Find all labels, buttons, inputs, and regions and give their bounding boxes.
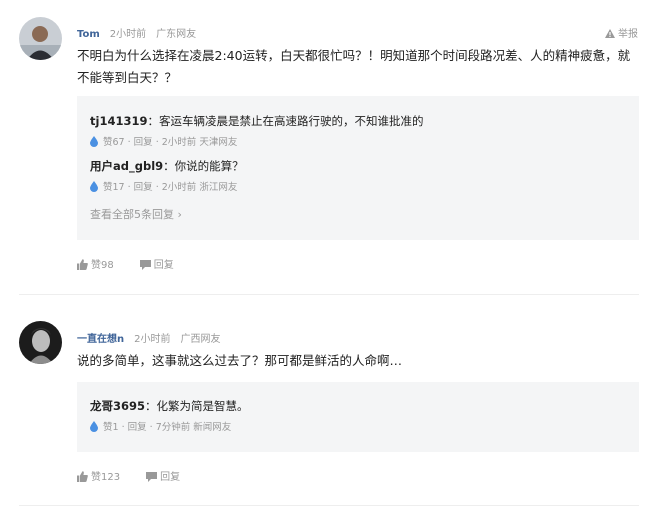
reply-button[interactable]: 回复 [146, 468, 180, 483]
like-button[interactable]: 赞123 [77, 468, 120, 483]
comment-text: 不明白为什么选择在凌晨2:40运转，白天都很忙吗？！明知道那个时间段路况差、人的… [77, 48, 631, 85]
reply-box: tj141319：客运车辆凌晨是禁止在高速路行驶的，不知谁批准的 赞67 · 回… [77, 96, 639, 240]
reply-box: 龙哥3695：化繁为简是智慧。 赞1 · 回复 · 7分钟前 新闻网友 [77, 382, 639, 452]
water-drop-icon[interactable] [90, 181, 98, 197]
divider [19, 505, 639, 506]
username[interactable]: 一直在想n [77, 334, 124, 345]
reply-button[interactable]: 回复 [134, 182, 153, 193]
like-count: 赞98 [91, 260, 114, 271]
reply-separator: ： [145, 399, 157, 413]
reply-meta: 赞1 · 回复 · 7分钟前 新闻网友 [90, 421, 630, 435]
comment-actions: 赞98 回复 [77, 256, 200, 271]
water-drop-icon[interactable] [90, 421, 98, 437]
warning-icon [605, 29, 615, 38]
reply-text: 化繁为简是智慧。 [156, 399, 249, 413]
reply-label: 回复 [153, 260, 174, 271]
reply-meta: 赞17 · 回复 · 2小时前 浙江网友 [90, 181, 630, 195]
reply-username[interactable]: 龙哥3695 [90, 399, 145, 413]
avatar-photo [19, 321, 62, 364]
reply-likes[interactable]: 赞17 [103, 182, 125, 193]
avatar-photo [19, 17, 62, 60]
reply-label: 回复 [160, 472, 181, 483]
report-button[interactable]: 举报 [605, 25, 638, 40]
avatar[interactable] [19, 321, 62, 364]
comment-meta: Tom 2小时前 广东网友 [77, 25, 196, 40]
like-count: 赞123 [91, 472, 121, 483]
comment-location: 广西网友 [180, 334, 221, 345]
comment-bubble-icon [146, 472, 158, 482]
reply-separator: ： [163, 159, 175, 173]
reply-time: 7分钟前 [155, 422, 191, 433]
reply-meta: 赞67 · 回复 · 2小时前 天津网友 [90, 136, 630, 150]
reply-username[interactable]: tj141319 [90, 114, 147, 128]
water-drop-icon[interactable] [90, 136, 98, 152]
comment-location: 广东网友 [156, 29, 197, 40]
comment-text: 说的多简单，这事就这么过去了？那可都是鲜活的人命啊… [77, 353, 403, 368]
reply-username[interactable]: 用户ad_gbl9 [90, 159, 163, 173]
view-all-replies-link[interactable]: 查看全部5条回复 › [90, 206, 182, 222]
reply-button[interactable]: 回复 [134, 137, 153, 148]
reply-button[interactable]: 回复 [139, 256, 174, 271]
reply-location: 天津网友 [199, 137, 238, 148]
reply-separator: ： [147, 114, 159, 128]
comment-bubble-icon [139, 260, 151, 270]
reply-item: 龙哥3695：化繁为简是智慧。 赞1 · 回复 · 7分钟前 新闻网友 [90, 398, 630, 435]
reply-button[interactable]: 回复 [128, 422, 147, 433]
reply-item: tj141319：客运车辆凌晨是禁止在高速路行驶的，不知谁批准的 赞67 · 回… [90, 113, 630, 150]
comment-time: 2小时前 [109, 29, 147, 40]
reply-text: 客运车辆凌晨是禁止在高速路行驶的，不知谁批准的 [158, 114, 424, 128]
thumbs-up-icon [77, 259, 88, 270]
reply-time: 2小时前 [161, 137, 197, 148]
reply-time: 2小时前 [161, 182, 197, 193]
reply-item: 用户ad_gbl9：你说的能算？ 赞17 · 回复 · 2小时前 浙江网友 [90, 158, 630, 195]
reply-likes[interactable]: 赞1 [103, 422, 119, 433]
comment-meta: 一直在想n 2小时前 广西网友 [77, 330, 221, 345]
comment-actions: 赞123 回复 [77, 468, 206, 483]
username[interactable]: Tom [77, 29, 100, 40]
report-label: 举报 [618, 29, 638, 40]
thumbs-up-icon [77, 471, 88, 482]
divider [19, 294, 639, 295]
comment-time: 2小时前 [134, 334, 171, 345]
reply-text: 你说的能算？ [174, 159, 244, 173]
reply-likes[interactable]: 赞67 [103, 137, 125, 148]
like-button[interactable]: 赞98 [77, 256, 114, 271]
reply-location: 浙江网友 [199, 182, 238, 193]
avatar[interactable] [19, 17, 62, 60]
reply-location: 新闻网友 [193, 422, 232, 433]
